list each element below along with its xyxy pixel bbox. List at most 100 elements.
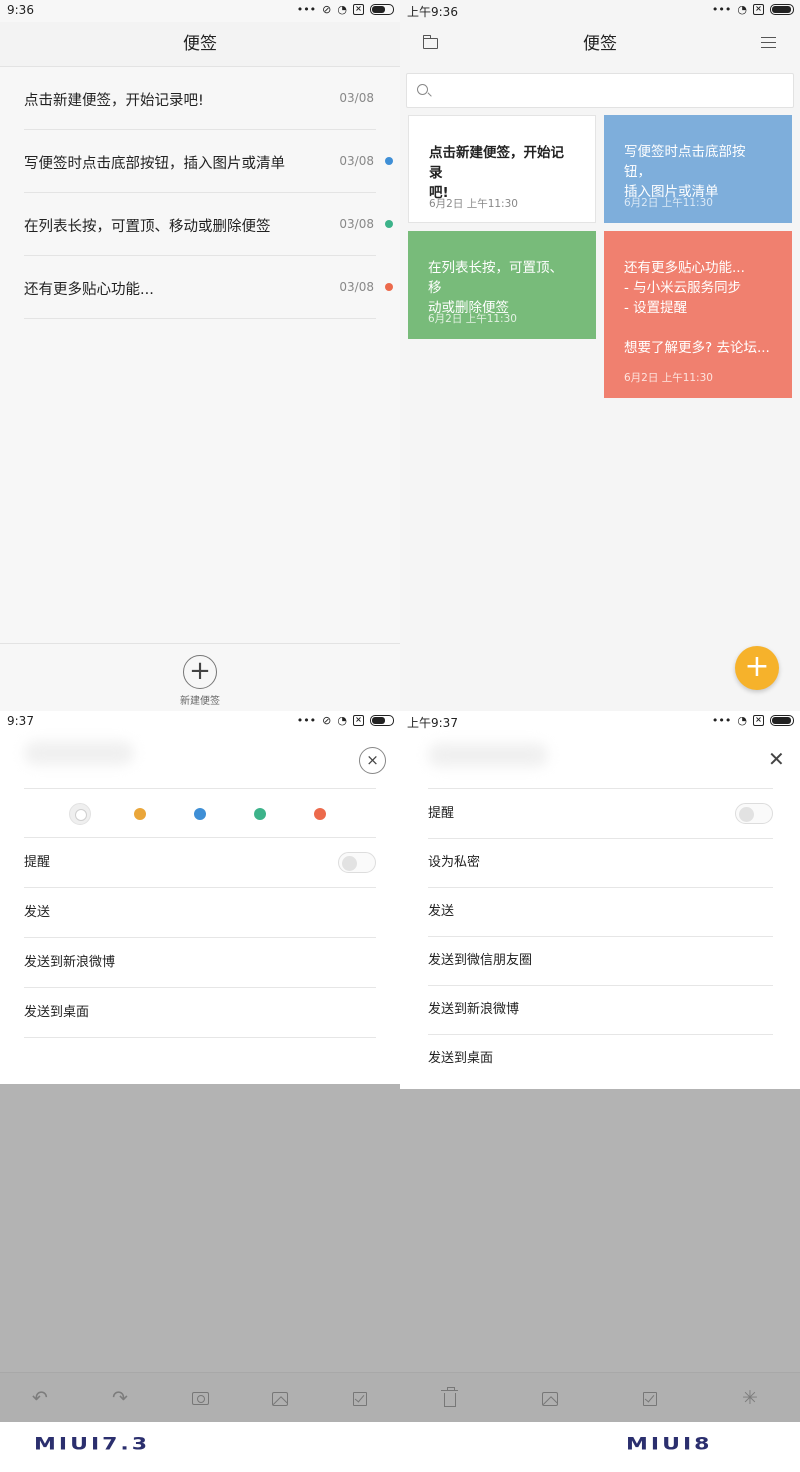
menu-item-moments[interactable]: 发送到微信朋友圈 [428,936,773,986]
page-title: 便签 [0,22,400,67]
more-icon: ••• [711,714,732,727]
note-date: 03/08 [339,280,374,294]
color-picker [24,788,376,838]
color-option-red[interactable] [314,808,326,820]
note-card-date: 6月2日 上午11:30 [429,198,518,210]
miui73-menu-screen: 9:37 ••• ⊘ ◔ × × 提醒 发送 发送到新浪微博 发送到桌面 ↶ ↷ [0,711,400,1422]
image-icon [272,1391,288,1406]
menu-item-label: 提醒 [428,806,455,821]
checklist-icon [353,1391,367,1406]
list-view-icon[interactable] [761,37,776,49]
loading-button[interactable]: ✳ [730,1373,770,1422]
menu-item-send[interactable]: 发送 [428,887,773,937]
close-button[interactable]: × [359,747,386,774]
miui73-label: MIUI7.3 [34,1435,151,1454]
note-date: 03/08 [339,154,374,168]
bottom-bar: + 新建便签 [0,643,400,711]
color-dot [385,283,393,291]
menu-item-desktop[interactable]: 发送到桌面 [428,1034,773,1084]
color-option-white[interactable] [69,803,91,825]
header: 便签 [400,22,800,68]
more-icon: ••• [296,714,317,727]
sparkle-icon: ✳ [742,1387,758,1409]
sim-off-icon: × [353,715,364,726]
menu-item-label: 发送 [428,904,455,919]
menu-item-weibo[interactable]: 发送到新浪微博 [24,938,376,988]
note-date: 03/08 [339,217,374,231]
redo-icon: ↷ [112,1387,128,1409]
battery-icon [370,715,394,726]
note-title: 写便签时点击底部按钮，插入图片或清单 [24,156,285,172]
reminder-toggle[interactable] [338,852,376,873]
undo-icon: ↶ [32,1387,48,1409]
note-title: 在列表长按，可置顶、移动或删除便签 [24,219,271,235]
status-bar: 9:36 ••• ⊘ ◔ × [0,0,400,22]
redo-button[interactable]: ↷ [100,1373,140,1422]
note-card[interactable]: 在列表长按，可置顶、移 动或删除便签 6月2日 上午11:30 [408,231,596,339]
note-list: 点击新建便签，开始记录吧! 03/08 写便签时点击底部按钮，插入图片或清单 0… [0,67,400,319]
checklist-icon [643,1391,657,1406]
folder-icon[interactable] [422,35,438,49]
editor-toolbar: ✳ [400,1372,800,1422]
mute-icon: ⊘ [322,3,332,16]
options-sheet: 9:37 ••• ⊘ ◔ × × 提醒 发送 发送到新浪微博 发送到桌面 [0,711,400,1084]
checklist-button[interactable] [630,1373,670,1422]
list-item[interactable]: 写便签时点击底部按钮，插入图片或清单 03/08 [24,130,393,193]
camera-button[interactable] [180,1373,220,1422]
image-icon [542,1391,558,1406]
status-time: 9:36 [7,3,34,17]
menu-item-label: 发送到新浪微博 [428,1002,520,1017]
status-bar: 9:37 ••• ⊘ ◔ × [0,711,400,733]
new-note-fab[interactable]: + [735,646,779,690]
undo-button[interactable]: ↶ [20,1373,60,1422]
search-input[interactable] [406,73,794,108]
list-item[interactable]: 点击新建便签，开始记录吧! 03/08 [24,67,376,130]
new-note-button[interactable]: + [183,655,217,689]
trash-icon [441,1387,458,1407]
reminder-toggle[interactable] [735,803,773,824]
note-card-date: 6月2日 上午11:30 [428,313,517,325]
note-card-text: 还有更多贴心功能... - 与小米云服务同步 - 设置提醒 想要了解更多? 去论… [624,260,770,356]
menu-item-send[interactable]: 发送 [24,888,376,938]
more-icon: ••• [711,3,732,16]
close-icon[interactable]: ✕ [768,747,785,771]
menu-item-weibo[interactable]: 发送到新浪微博 [428,985,773,1035]
checklist-button[interactable] [340,1373,380,1422]
note-card[interactable]: 点击新建便签，开始记录 吧! 6月2日 上午11:30 [408,115,596,223]
wifi-icon: ◔ [337,714,347,727]
battery-icon [770,4,794,15]
menu-item-label: 发送到桌面 [24,1005,90,1020]
note-card[interactable]: 写便签时点击底部按钮， 插入图片或清单 6月2日 上午11:30 [604,115,792,223]
list-item[interactable]: 在列表长按，可置顶、移动或删除便签 03/08 [24,193,393,256]
note-date: 03/08 [339,91,374,105]
status-time: 上午9:36 [407,5,458,19]
search-icon [417,84,428,95]
color-option-green[interactable] [254,808,266,820]
sim-off-icon: × [353,4,364,15]
miui8-grid-screen: 上午9:36 ••• ◔ × 便签 点击新建便签，开始记录 吧! 6月2日 上午… [400,0,800,711]
status-icons: ••• ⊘ ◔ × [297,3,394,16]
sim-off-icon: × [753,4,764,15]
blurred-title [428,743,548,767]
menu-item-private[interactable]: 设为私密 [428,838,773,888]
editor-toolbar: ↶ ↷ [0,1372,400,1422]
color-option-yellow[interactable] [134,808,146,820]
menu-item-reminder[interactable]: 提醒 [24,838,376,888]
color-option-blue[interactable] [194,808,206,820]
miui8-label: MIUI8 [626,1435,713,1454]
delete-button[interactable] [430,1373,470,1422]
battery-icon [770,715,794,726]
image-button[interactable] [530,1373,570,1422]
options-sheet: 上午9:37 ••• ◔ × ✕ 提醒 设为私密 发送 发送到微信朋友圈 发送到… [400,711,800,1089]
image-button[interactable] [260,1373,300,1422]
status-icons: ••• ◔ × [712,714,794,727]
note-card[interactable]: 还有更多贴心功能... - 与小米云服务同步 - 设置提醒 想要了解更多? 去论… [604,231,792,398]
note-card-date: 6月2日 上午11:30 [624,372,713,384]
note-title: 还有更多贴心功能... [24,282,154,298]
mute-icon: ⊘ [322,714,332,727]
menu-item-desktop[interactable]: 发送到桌面 [24,988,376,1038]
menu-item-reminder[interactable]: 提醒 [428,789,773,839]
list-item[interactable]: 还有更多贴心功能... 03/08 [24,256,393,319]
page-title: 便签 [583,34,617,54]
status-bar: 上午9:37 ••• ◔ × [400,711,800,733]
